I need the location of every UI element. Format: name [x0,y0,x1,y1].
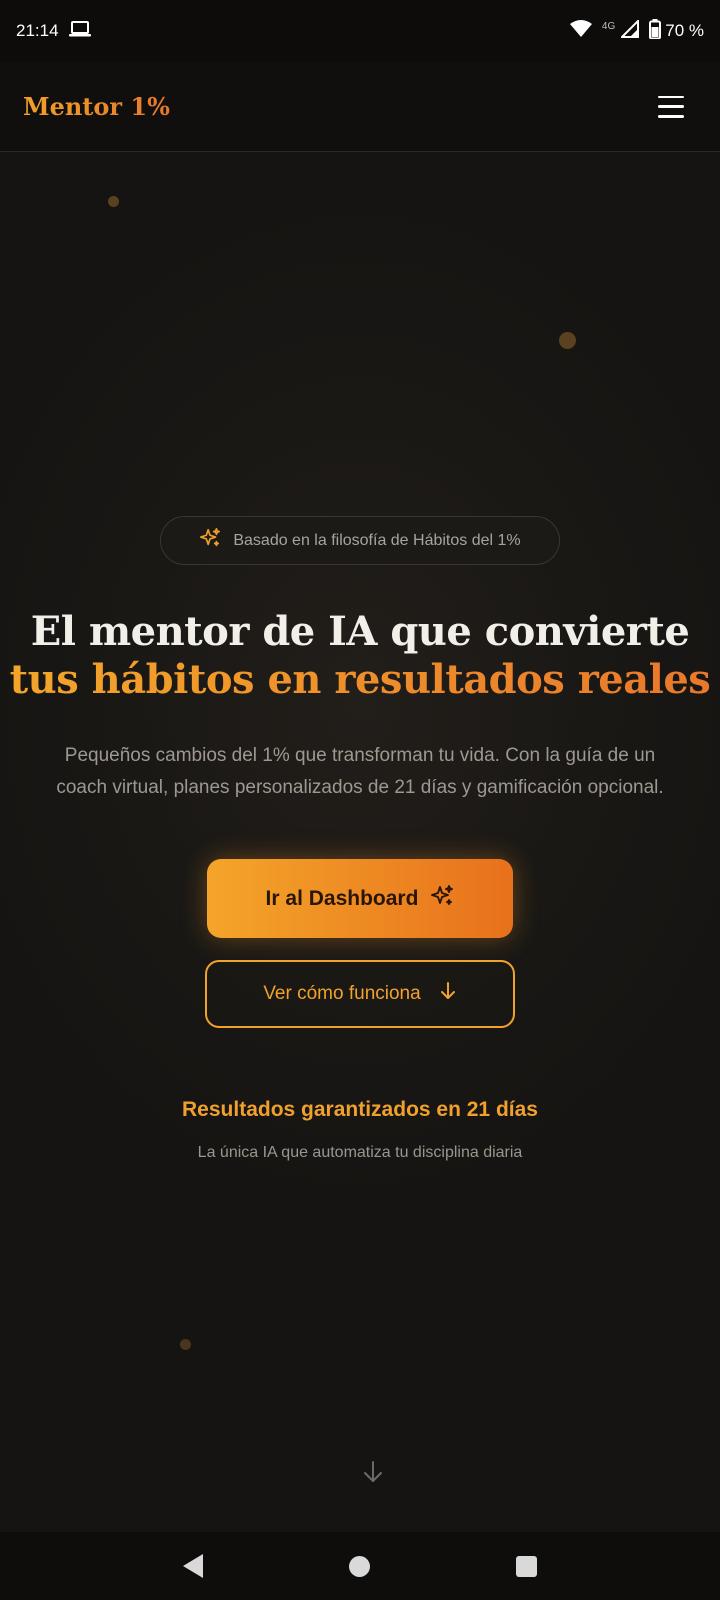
hero-subtitle: Pequeños cambios del 1% que transforman … [20,740,700,804]
battery-icon [649,18,662,44]
badge-text: Basado en la filosofía de Hábitos del 1% [233,531,521,549]
philosophy-badge: Basado en la filosofía de Hábitos del 1% [160,516,560,565]
network-type: 4G [601,20,616,32]
how-it-works-label: Ver cómo funciona [263,983,421,1004]
decorative-dot [180,1339,191,1350]
system-nav-bar [0,1532,720,1600]
app-logo[interactable]: Mentor 1% [23,92,170,121]
dashboard-button-label: Ir al Dashboard [265,886,419,910]
sparkles-icon [430,884,454,914]
sparkles-icon [199,527,221,554]
how-it-works-button[interactable]: Ver cómo funciona [205,960,515,1028]
hero-subtitle-line2: coach virtual, planes personalizados de … [56,777,664,798]
decorative-dot [108,196,119,207]
results-title: Resultados garantizados en 21 días [182,1098,538,1121]
hero-title-line1: El mentor de IA que convierte [30,608,690,655]
recent-apps-icon[interactable] [516,1555,537,1577]
status-right: 4G 70 % [569,18,704,44]
signal-icon [619,18,640,43]
dashboard-button[interactable]: Ir al Dashboard [207,859,513,938]
app-header: Mentor 1% [0,62,720,152]
back-icon[interactable] [183,1554,203,1578]
results-subtitle: La única IA que automatiza tu disciplina… [197,1144,523,1161]
laptop-icon [68,20,91,42]
hero-title: El mentor de IA que convierte tus hábito… [0,608,720,704]
menu-line [658,105,684,108]
status-left: 21:14 [16,20,91,42]
battery-level: 70 % [665,21,704,40]
scroll-down-arrow-icon[interactable] [362,1460,384,1489]
menu-line [658,95,684,98]
screen: 21:14 4G 70 % Mentor 1% Basado en la fil… [0,0,720,1600]
arrow-down-icon [439,981,457,1007]
hero-title-line2: tus hábitos en resultados reales [0,656,720,704]
hamburger-menu-icon[interactable] [658,95,684,118]
status-time: 21:14 [16,21,59,40]
menu-line [658,115,684,118]
decorative-dot [559,332,576,349]
wifi-icon [569,19,592,43]
status-bar: 21:14 4G 70 % [0,0,720,62]
hero-subtitle-line1: Pequeños cambios del 1% que transforman … [64,745,656,766]
home-icon[interactable] [349,1555,370,1577]
